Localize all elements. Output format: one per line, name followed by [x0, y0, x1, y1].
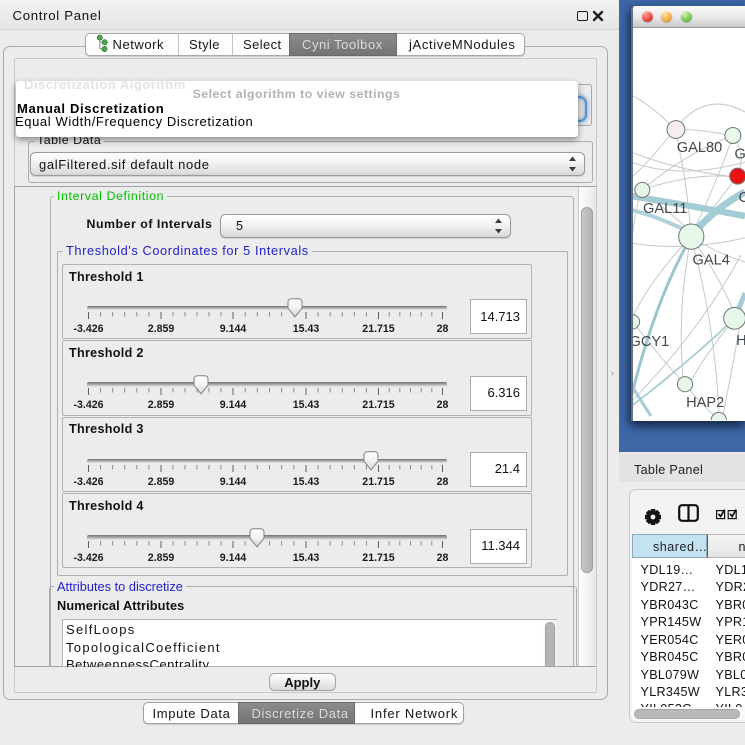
- svg-text:GAL4: GAL4: [692, 252, 729, 268]
- svg-text:GAL80: GAL80: [676, 140, 721, 156]
- svg-text:GA: GA: [734, 147, 745, 163]
- svg-text:HAP2: HAP2: [686, 395, 724, 411]
- svg-text:GAL11: GAL11: [643, 201, 687, 217]
- svg-text:GCY1: GCY1: [633, 334, 669, 350]
- svg-text:CD: CD: [738, 190, 745, 206]
- svg-text:HI: HI: [736, 333, 745, 349]
